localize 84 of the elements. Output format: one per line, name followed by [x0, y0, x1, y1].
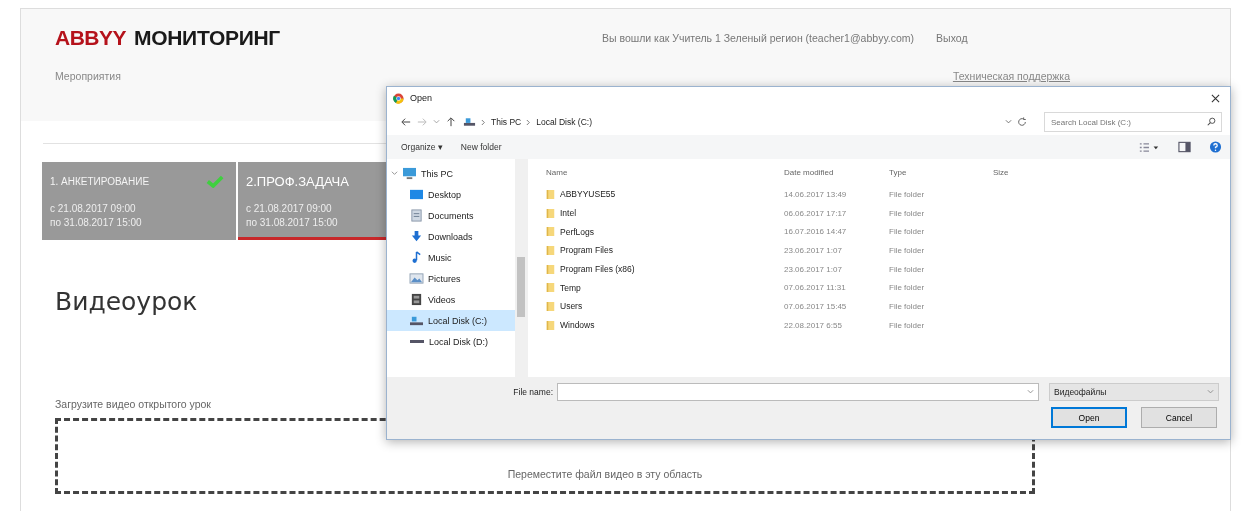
date-cell-text: 23.06.2017 1:07 [784, 245, 843, 255]
scrollbar[interactable] [515, 159, 527, 377]
folder-icon [546, 263, 555, 275]
file-name[interactable]: ABBYYUSE55 [546, 188, 784, 200]
file-name[interactable]: Program Files (x86) [546, 263, 784, 275]
type-cell-text: File folder [889, 301, 926, 311]
column-header[interactable]: Name [546, 167, 784, 177]
drive-icon [463, 117, 476, 127]
app-icon [393, 92, 404, 104]
breadcrumb-item[interactable]: This PC [491, 117, 522, 127]
refresh-icon[interactable] [1017, 117, 1027, 127]
tree-item[interactable]: Local Disk (D:) [387, 331, 515, 352]
user-info: Вы вошли как Учитель 1 Зеленый регион (teacher1@abbyy.com) [602, 32, 915, 44]
type-cell-text: File folder [889, 208, 926, 218]
date-cell-text: 22.08.2017 6:55 [784, 320, 843, 330]
column-header[interactable]: Date modified [784, 167, 889, 177]
file-name-label: File name: [512, 387, 553, 397]
file-type-dropdown[interactable]: Видеофайлы [1049, 383, 1219, 401]
dialog-button[interactable]: Cancel [1141, 407, 1217, 428]
preview-pane-icon[interactable] [1178, 141, 1191, 153]
type-cell-text: File folder [889, 227, 926, 237]
dropdown-caret-icon [1027, 389, 1034, 395]
drive-icon [410, 340, 424, 343]
tree-item[interactable]: Pictures [387, 268, 515, 289]
chevron-icon [481, 118, 486, 126]
file-name[interactable]: Users [546, 300, 784, 312]
desktop-icon [409, 188, 424, 201]
type-cell-text: File folder [889, 320, 926, 330]
dialog-title: Open [410, 93, 433, 103]
computer-icon [402, 167, 417, 180]
type-cell-text: File folder [889, 189, 926, 199]
folder-icon [546, 300, 555, 312]
events-link[interactable]: Мероприятия [55, 70, 121, 82]
search-icon [1207, 117, 1216, 126]
dropdown-caret-icon[interactable] [1005, 119, 1012, 125]
folder-icon [546, 188, 555, 200]
date-cell-text: 07.06.2017 15:45 [784, 301, 848, 311]
file-name[interactable]: PerfLogs [546, 226, 784, 238]
chevron-icon [526, 118, 532, 126]
search-field[interactable]: Search Local Disk (C:) [1044, 112, 1222, 132]
file-name[interactable]: Intel [546, 207, 784, 219]
file-name[interactable]: Temp [546, 282, 784, 294]
film-icon [409, 293, 424, 306]
toolbar-button[interactable]: New folder [460, 142, 502, 152]
close-icon[interactable] [1211, 93, 1220, 103]
back-arrow-icon[interactable] [401, 117, 411, 127]
support-link[interactable]: Техническая поддержка [952, 70, 1070, 82]
dropdown-caret-icon [1207, 389, 1214, 395]
date-cell-text: 14.06.2017 13:49 [784, 189, 848, 199]
folder-icon [546, 207, 555, 219]
tree-item[interactable]: Music [387, 247, 515, 268]
toolbar-button[interactable]: Organize ▾ [401, 142, 443, 152]
date-cell-text: 07.06.2017 11:31 [784, 283, 847, 293]
upload-label: Загрузите видео открытого урок [55, 398, 212, 410]
file-name[interactable]: Program Files [546, 244, 784, 256]
file-name-field[interactable] [557, 383, 1039, 401]
section-title: Видеоурок [55, 287, 198, 316]
file-name[interactable]: Windows [546, 319, 784, 331]
tree-item[interactable]: Videos [387, 289, 515, 310]
breadcrumb-item[interactable]: Local Disk (C:) [536, 117, 592, 127]
type-cell-text: File folder [889, 283, 926, 293]
folder-icon [546, 282, 555, 294]
column-header[interactable]: Size [993, 167, 1053, 177]
type-cell-text: File folder [889, 245, 926, 255]
help-icon[interactable] [1209, 141, 1222, 153]
tree-item[interactable]: Local Disk (C:) [387, 310, 515, 331]
type-cell-text: File folder [889, 264, 926, 274]
expander-icon [391, 170, 398, 177]
picture-icon [409, 272, 424, 285]
document-icon [409, 209, 424, 222]
logo-brand: ABBYY [55, 26, 126, 50]
view-options-icon[interactable] [1138, 141, 1160, 153]
logout-link[interactable]: Выход [936, 32, 968, 44]
folder-icon [546, 226, 555, 238]
logo-product: МОНИТОРИНГ [134, 26, 280, 50]
up-arrow-icon[interactable] [446, 117, 456, 127]
date-cell-text: 23.06.2017 1:07 [784, 264, 843, 274]
drive-icon [409, 314, 424, 327]
column-header[interactable]: Type [889, 167, 993, 177]
date-cell-text: 06.06.2017 17:17 [784, 208, 848, 218]
dialog-button[interactable]: Open [1051, 407, 1127, 428]
folder-icon [546, 244, 555, 256]
date-cell-text: 16.07.2016 14:47 [784, 227, 848, 237]
folder-icon [546, 319, 555, 331]
